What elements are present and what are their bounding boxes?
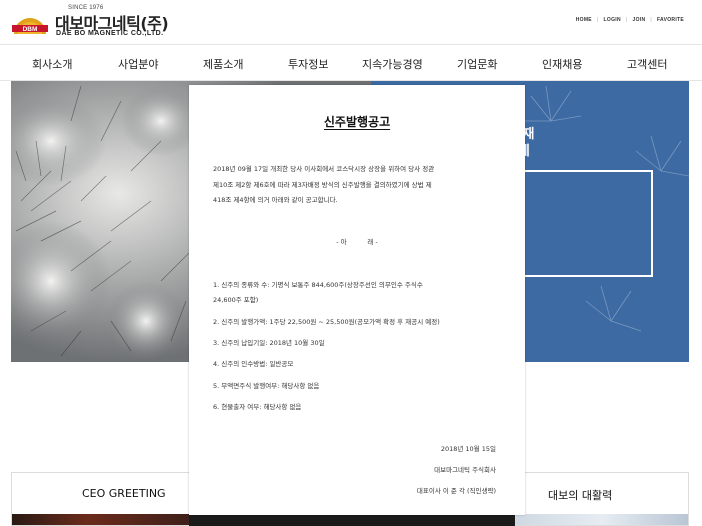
vitality-image <box>516 514 688 525</box>
notice-item: 5. 무액면주식 발행여부: 해당사항 없음 <box>213 382 320 390</box>
notice-intro-line: 2018년 09월 17일 개최한 당사 이사회에서 코스닥시장 상장을 위하여… <box>213 165 435 173</box>
notice-ceo: 대표이사 이 준 각 (직인생략) <box>416 487 496 495</box>
vitality-card[interactable]: 대보의 대활력 <box>515 472 689 526</box>
utility-links: HOME | LOGIN | JOIN | FAVORITE <box>576 17 684 23</box>
main-nav: 회사소개 사업분야 제품소개 투자정보 지속가능경영 기업문화 인재채용 고객센… <box>0 44 702 81</box>
site-header: DBM SINCE 1976 대보마그네틱(주) DAE BO MAGNETIC… <box>0 0 702 44</box>
notice-item: 24,600주 포함) <box>213 296 259 304</box>
ceo-greeting-image <box>12 514 200 525</box>
dbm-logo-icon: DBM <box>12 18 48 34</box>
home-link[interactable]: HOME <box>576 17 592 23</box>
join-link[interactable]: JOIN <box>632 17 645 23</box>
util-separator: | <box>596 17 599 23</box>
notice-item: 6. 현물출자 여부: 해당사항 없음 <box>213 403 302 411</box>
login-link[interactable]: LOGIN <box>604 17 621 23</box>
nav-item-culture[interactable]: 기업문화 <box>457 56 497 72</box>
nav-item-recruit[interactable]: 인재채용 <box>542 56 582 72</box>
logo-name-en: DAE BO MAGNETIC CO.,LTD. <box>56 30 164 37</box>
notice-date: 2018년 10월 15일 <box>440 445 496 453</box>
ceo-greeting-card[interactable]: CEO GREETING <box>11 472 201 526</box>
notice-company: 대보마그네틱 주식회사 <box>434 466 496 474</box>
center-card-image <box>189 515 525 526</box>
notice-below-heading: - 아 래 - <box>336 238 378 246</box>
nav-item-company[interactable]: 회사소개 <box>32 56 72 72</box>
util-separator: | <box>625 17 628 23</box>
notice-title: 신주발행공고 <box>323 115 391 129</box>
notice-intro-line: 418조 제4항에 의거 아래와 같이 공고합니다. <box>213 196 338 204</box>
notice-popup[interactable]: 신주발행공고 2018년 09월 17일 개최한 당사 이사회에서 코스닥시장 … <box>189 85 525 515</box>
nav-item-business[interactable]: 사업분야 <box>118 56 158 72</box>
nav-item-products[interactable]: 제품소개 <box>203 56 243 72</box>
notice-item: 4. 신주의 인수방법: 일반공모 <box>213 360 294 368</box>
util-separator: | <box>650 17 652 23</box>
company-logo[interactable]: DBM SINCE 1976 대보마그네틱(주) DAE BO MAGNETIC… <box>12 4 202 40</box>
nav-item-sustainability[interactable]: 지속가능경영 <box>362 56 423 72</box>
notice-intro-line: 제10조 제2항 제6호에 따라 제3자배정 방식의 신주발행을 결의하였기에 … <box>213 181 432 189</box>
notice-item: 3. 신주의 납입기일: 2018년 10월 30일 <box>213 339 325 347</box>
nav-item-support[interactable]: 고객센터 <box>627 56 667 72</box>
logo-mark-text: DBM <box>23 26 38 33</box>
nav-item-investor[interactable]: 투자정보 <box>288 56 328 72</box>
notice-item: 2. 신주의 발행가액: 1주당 22,500원 ~ 25,500원(공모가액 … <box>213 318 440 326</box>
ceo-greeting-title: CEO GREETING <box>82 487 166 500</box>
notice-item: 1. 신주의 종류와 수: 기명식 보통주 844,600주(상장주선인 의무인… <box>213 281 423 289</box>
vitality-title: 대보의 대활력 <box>548 489 613 502</box>
favorite-link[interactable]: FAVORITE <box>657 17 684 23</box>
